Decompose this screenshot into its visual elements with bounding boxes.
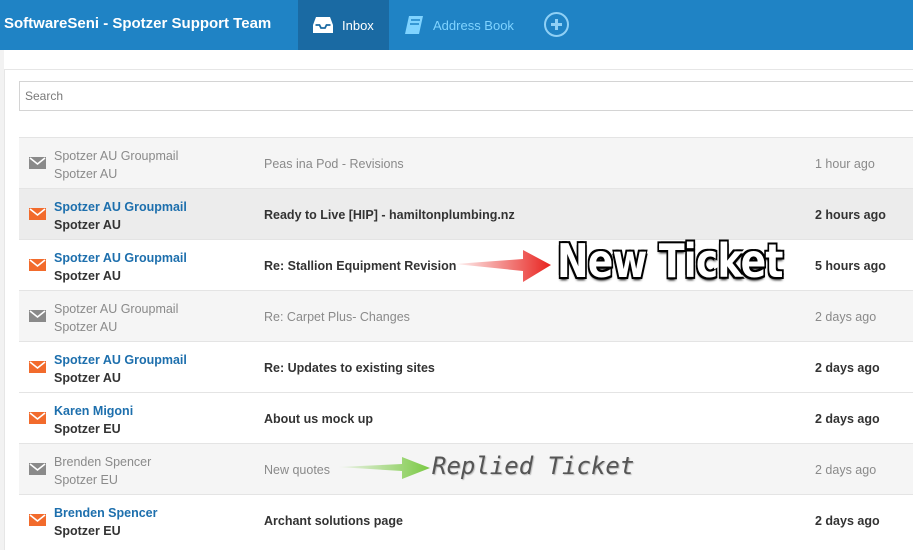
ticket-subject: New quotes: [264, 463, 331, 477]
ticket-time: 2 days ago: [815, 361, 880, 375]
sender-name: Spotzer AU Groupmail: [54, 302, 179, 316]
ticket-sender: Spotzer AU Groupmail Spotzer AU: [54, 249, 187, 285]
plus-circle-icon[interactable]: [544, 12, 569, 37]
ticket-subject: Re: Stallion Equipment Revision: [264, 259, 457, 273]
ticket-subject: Peas ina Pod - Revisions: [264, 157, 404, 171]
ticket-sender: Spotzer AU Groupmail Spotzer AU: [54, 198, 187, 234]
sender-name: Brenden Spencer: [54, 455, 152, 469]
sender-name: Spotzer AU Groupmail: [54, 353, 187, 367]
ticket-time: 1 hour ago: [815, 157, 875, 171]
ticket-time: 2 days ago: [815, 463, 877, 477]
ticket-subject: Ready to Live [HIP] - hamiltonplumbing.n…: [264, 208, 515, 222]
new-ticket-annotation: New Ticket: [557, 234, 783, 288]
envelope-icon: [29, 157, 46, 169]
ticket-sender: Karen Migoni Spotzer EU: [54, 402, 133, 438]
sender-team: Spotzer AU: [54, 167, 118, 181]
ticket-row[interactable]: Spotzer AU Groupmail Spotzer AU Re: Update…: [19, 341, 913, 392]
sender-name: Brenden Spencer: [54, 506, 158, 520]
ticket-row[interactable]: Spotzer AU Groupmail Spotzer AU Ready to L…: [19, 188, 913, 239]
ticket-list: Spotzer AU Groupmail Spotzer AU Peas ina P…: [19, 137, 913, 545]
tab-inbox[interactable]: Inbox: [298, 0, 389, 50]
ticket-time: 2 days ago: [815, 514, 880, 528]
ticket-row[interactable]: Spotzer AU Groupmail Spotzer AU Re: Carpet…: [19, 290, 913, 341]
sender-name: Spotzer AU Groupmail: [54, 149, 179, 163]
ticket-time: 5 hours ago: [815, 259, 886, 273]
ticket-sender: Brenden Spencer Spotzer EU: [54, 453, 151, 489]
tab-address-book[interactable]: Address Book: [403, 0, 514, 50]
app-title: SoftwareSeni - Spotzer Support Team: [4, 15, 272, 32]
envelope-icon: [29, 208, 46, 220]
sender-team: Spotzer AU: [54, 320, 118, 334]
inbox-icon: [312, 16, 334, 34]
tab-address-book-label: Address Book: [433, 17, 514, 33]
ticket-subject: Archant solutions page: [264, 514, 403, 528]
envelope-icon: [29, 259, 46, 271]
ticket-sender: Brenden Spencer Spotzer EU: [54, 504, 158, 540]
replied-ticket-annotation: Replied Ticket: [432, 452, 635, 480]
ticket-subject: Re: Carpet Plus- Changes: [264, 310, 410, 324]
envelope-icon: [29, 463, 46, 475]
sender-team: Spotzer AU: [54, 218, 121, 232]
search-input[interactable]: [19, 81, 913, 111]
envelope-icon: [29, 514, 46, 526]
tab-inbox-label: Inbox: [342, 17, 374, 33]
sender-name: Spotzer AU Groupmail: [54, 200, 187, 214]
ticket-row[interactable]: Brenden Spencer Spotzer EU Archant solutio…: [19, 494, 913, 545]
ticket-subject: About us mock up: [264, 412, 374, 426]
ticket-row[interactable]: Spotzer AU Groupmail Spotzer AU Peas ina P…: [19, 137, 913, 188]
ticket-time: 2 hours ago: [815, 208, 886, 222]
sender-team: Spotzer EU: [54, 524, 121, 538]
ticket-sender: Spotzer AU Groupmail Spotzer AU: [54, 300, 178, 336]
ticket-subject: Re: Updates to existing sites: [264, 361, 435, 375]
ticket-sender: Spotzer AU Groupmail Spotzer AU: [54, 351, 187, 387]
envelope-icon: [29, 310, 46, 322]
new-ticket-arrow: [455, 250, 551, 282]
ticket-sender: Spotzer AU Groupmail Spotzer AU: [54, 147, 178, 183]
top-navigation-bar: SoftwareSeni - Spotzer Support Team Inbo…: [0, 0, 913, 50]
ticket-time: 2 days ago: [815, 412, 880, 426]
envelope-icon: [29, 361, 46, 373]
ticket-time: 2 days ago: [815, 310, 877, 324]
replied-ticket-arrow: [338, 457, 430, 479]
envelope-icon: [29, 412, 46, 424]
sender-team: Spotzer EU: [54, 473, 118, 487]
sender-team: Spotzer AU: [54, 371, 121, 385]
sender-name: Karen Migoni: [54, 404, 134, 418]
sender-team: Spotzer EU: [54, 422, 121, 436]
sender-team: Spotzer AU: [54, 269, 121, 283]
ticket-row[interactable]: Karen Migoni Spotzer EU About us mock up 2 …: [19, 392, 913, 443]
address-book-icon: [403, 15, 425, 35]
sender-name: Spotzer AU Groupmail: [54, 251, 187, 265]
